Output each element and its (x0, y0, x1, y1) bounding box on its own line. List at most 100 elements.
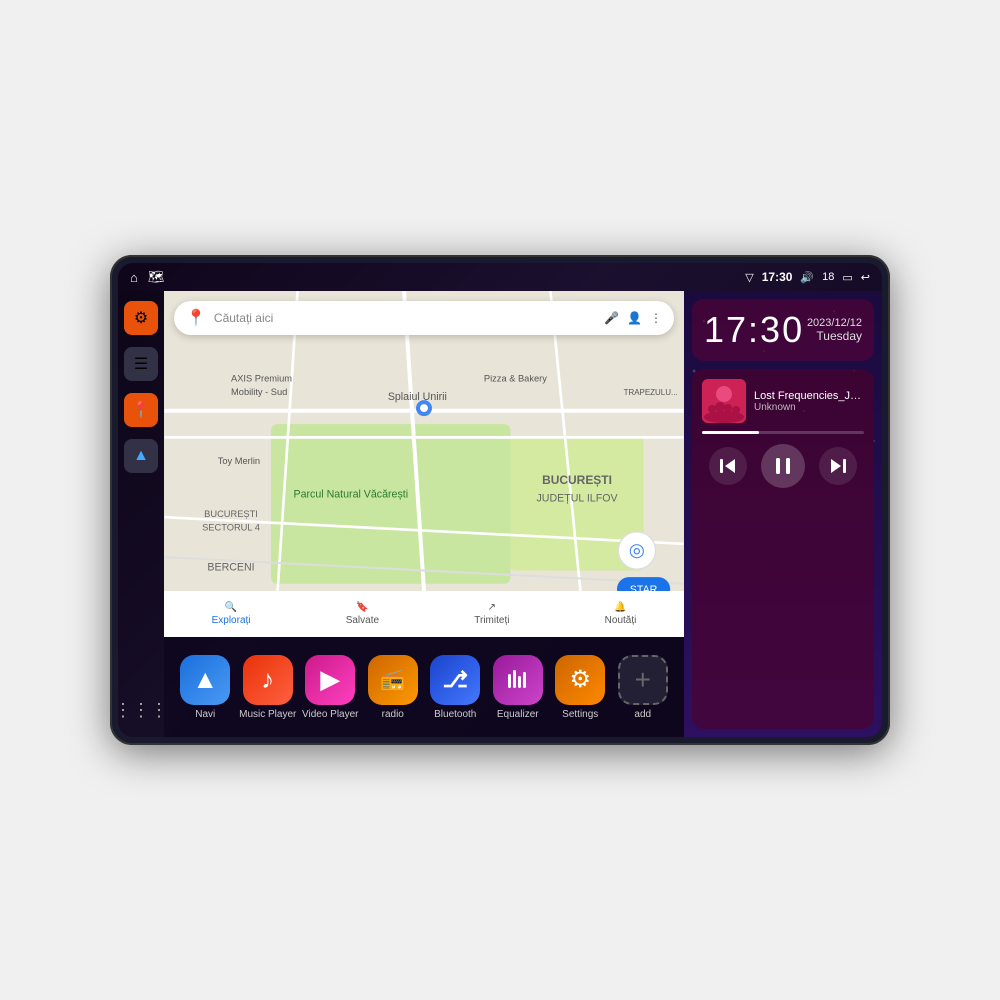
right-panel: 17:30 2023/12/12 Tuesday (684, 291, 882, 737)
app-add[interactable]: + add (612, 655, 675, 720)
svg-text:BERCENI: BERCENI (207, 561, 254, 573)
status-left-icons: ⌂ 🗺 (130, 269, 164, 285)
eq-symbol (504, 666, 532, 694)
radio-label: radio (382, 709, 404, 720)
pause-icon (771, 454, 795, 478)
music-symbol: ♪ (261, 664, 274, 695)
bluetooth-label: Bluetooth (434, 709, 476, 720)
share-icon: ↗ (488, 602, 496, 613)
settings-symbol: ⚙ (569, 665, 591, 694)
prev-icon (717, 455, 739, 477)
app-equalizer[interactable]: Equalizer (487, 655, 550, 720)
radio-app-icon: 📻 (368, 655, 418, 705)
svg-text:Pizza & Bakery: Pizza & Bakery (484, 373, 547, 383)
map-nav-saved[interactable]: 🔖 Salvate (346, 602, 379, 626)
map-nav-news[interactable]: 🔔 Noutăți (605, 602, 637, 626)
home-icon[interactable]: ⌂ (130, 270, 138, 285)
track-name: Lost Frequencies_Janie... (754, 390, 864, 402)
status-right-info: ▽ 17:30 🔊 18 ▭ ↩ (745, 270, 870, 284)
clock-date-block: 2023/12/12 Tuesday (807, 317, 862, 343)
map-nav-share[interactable]: ↗ Trimiteți (474, 602, 509, 626)
next-button[interactable] (819, 447, 857, 485)
sidebar: ⚙ ☰ 📍 ▲ ⋮⋮⋮ (118, 291, 164, 737)
equalizer-label: Equalizer (497, 709, 539, 720)
grid-icon: ⋮⋮⋮ (118, 700, 168, 721)
svg-text:SECTORUL 4: SECTORUL 4 (202, 523, 260, 533)
app-grid: ▲ Navi ♪ Music Player ▶ Vid (164, 637, 684, 737)
sidebar-grid[interactable]: ⋮⋮⋮ (124, 693, 158, 727)
status-bar: ⌂ 🗺 ▽ 17:30 🔊 18 ▭ ↩ (118, 263, 882, 291)
clock-time: 17:30 (704, 309, 804, 351)
battery-icon: ▭ (842, 271, 852, 284)
track-text: Lost Frequencies_Janie... Unknown (754, 390, 864, 413)
progress-fill (702, 431, 759, 434)
album-art (702, 379, 746, 423)
bluetooth-symbol: ⎇ (443, 667, 468, 693)
navi-icon: ▲ (133, 447, 149, 465)
svg-text:JUDEȚUL ILFOV: JUDEȚUL ILFOV (536, 492, 618, 504)
app-radio[interactable]: 📻 radio (362, 655, 425, 720)
app-navi[interactable]: ▲ Navi (174, 655, 237, 720)
back-icon[interactable]: ↩ (861, 271, 870, 284)
navi-label: Navi (195, 709, 215, 720)
account-icon[interactable]: 👤 (627, 311, 642, 325)
radio-symbol: 📻 (380, 667, 405, 692)
map-nav-explore[interactable]: 🔍 Explorați (212, 602, 251, 626)
map-container[interactable]: 📍 Căutați aici 🎤 👤 ⋮ (164, 291, 684, 637)
bluetooth-app-icon: ⎇ (430, 655, 480, 705)
main-content: ⚙ ☰ 📍 ▲ ⋮⋮⋮ (118, 291, 882, 737)
app-video-player[interactable]: ▶ Video Player (299, 655, 362, 720)
prev-button[interactable] (709, 447, 747, 485)
equalizer-app-icon (493, 655, 543, 705)
settings-app-icon: ⚙ (555, 655, 605, 705)
clock-day: Tuesday (807, 329, 862, 343)
add-app-icon: + (618, 655, 668, 705)
maps-status-icon[interactable]: 🗺 (148, 269, 165, 285)
search-placeholder: Căutați aici (214, 311, 596, 325)
add-symbol: + (635, 664, 651, 696)
wifi-icon: ▽ (745, 271, 753, 284)
svg-text:Mobility - Sud: Mobility - Sud (231, 387, 287, 397)
explore-icon: 🔍 (225, 602, 237, 613)
app-bluetooth[interactable]: ⎇ Bluetooth (424, 655, 487, 720)
navi-app-icon: ▲ (180, 655, 230, 705)
music-label: Music Player (239, 709, 296, 720)
clock-widget: 17:30 2023/12/12 Tuesday (692, 299, 874, 361)
screen: ⌂ 🗺 ▽ 17:30 🔊 18 ▭ ↩ ⚙ ☰ (118, 263, 882, 737)
map-pin-icon: 📍 (131, 400, 151, 420)
sidebar-settings[interactable]: ⚙ (124, 301, 158, 335)
add-label: add (634, 709, 651, 720)
status-time: 17:30 (762, 270, 793, 284)
music-widget: Lost Frequencies_Janie... Unknown (692, 369, 874, 729)
news-icon: 🔔 (614, 602, 626, 613)
svg-text:Splaiul Unirii: Splaiul Unirii (388, 391, 447, 403)
music-controls (702, 444, 864, 488)
pause-button[interactable] (761, 444, 805, 488)
map-background: 📍 Căutați aici 🎤 👤 ⋮ (164, 291, 684, 637)
map-search-bar[interactable]: 📍 Căutați aici 🎤 👤 ⋮ (174, 301, 674, 335)
track-info: Lost Frequencies_Janie... Unknown (702, 379, 864, 423)
video-label: Video Player (302, 709, 359, 720)
svg-text:◎: ◎ (629, 539, 645, 560)
menu-icon[interactable]: ⋮ (650, 311, 662, 325)
map-svg: Splaiul Unirii Parcul Natural Văcărești … (164, 291, 684, 637)
sidebar-navi[interactable]: ▲ (124, 439, 158, 473)
app-music-player[interactable]: ♪ Music Player (237, 655, 300, 720)
svg-text:Parcul Natural Văcărești: Parcul Natural Văcărești (294, 488, 409, 500)
files-icon: ☰ (134, 354, 148, 374)
center-area: 📍 Căutați aici 🎤 👤 ⋮ (164, 291, 684, 737)
progress-bar[interactable] (702, 431, 864, 434)
svg-text:TRAPEZULU...: TRAPEZULU... (624, 388, 678, 397)
volume-icon: 🔊 (800, 271, 814, 284)
mic-icon[interactable]: 🎤 (604, 311, 619, 325)
app-settings[interactable]: ⚙ Settings (549, 655, 612, 720)
video-symbol: ▶ (320, 664, 340, 695)
album-art-graphic (702, 379, 746, 423)
svg-text:BUCUREȘTI: BUCUREȘTI (542, 473, 612, 487)
sidebar-files[interactable]: ☰ (124, 347, 158, 381)
sidebar-maps[interactable]: 📍 (124, 393, 158, 427)
car-head-unit: ⌂ 🗺 ▽ 17:30 🔊 18 ▭ ↩ ⚙ ☰ (110, 255, 890, 745)
map-bottom-bar: 🔍 Explorați 🔖 Salvate ↗ Trimiteți (164, 591, 684, 637)
next-icon (827, 455, 849, 477)
video-app-icon: ▶ (305, 655, 355, 705)
